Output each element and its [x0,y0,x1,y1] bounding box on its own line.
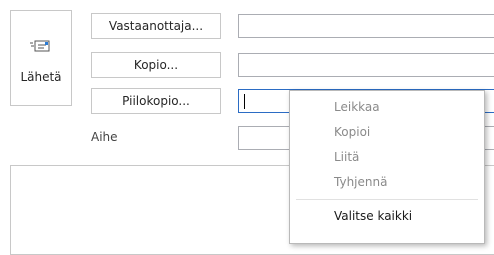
to-button[interactable]: Vastaanottaja... [91,13,221,39]
menu-separator [296,199,478,200]
context-menu: Leikkaa Kopioi Liitä Tyhjennä Valitse ka… [289,90,485,244]
cc-field[interactable] [238,53,494,77]
to-field[interactable] [238,14,494,38]
menu-item-cut[interactable]: Leikkaa [290,95,484,120]
menu-item-paste[interactable]: Liitä [290,145,484,170]
send-button[interactable]: Lähetä [10,10,72,106]
text-caret [244,94,245,109]
subject-label: Aihe [91,130,118,144]
bcc-button[interactable]: Piilokopio... [91,88,221,114]
menu-item-clear[interactable]: Tyhjennä [290,170,484,195]
envelope-send-icon [30,38,52,54]
cc-button[interactable]: Kopio... [91,52,221,78]
menu-item-select-all[interactable]: Valitse kaikki [290,204,484,229]
menu-item-copy[interactable]: Kopioi [290,120,484,145]
send-button-label: Lähetä [20,70,62,84]
